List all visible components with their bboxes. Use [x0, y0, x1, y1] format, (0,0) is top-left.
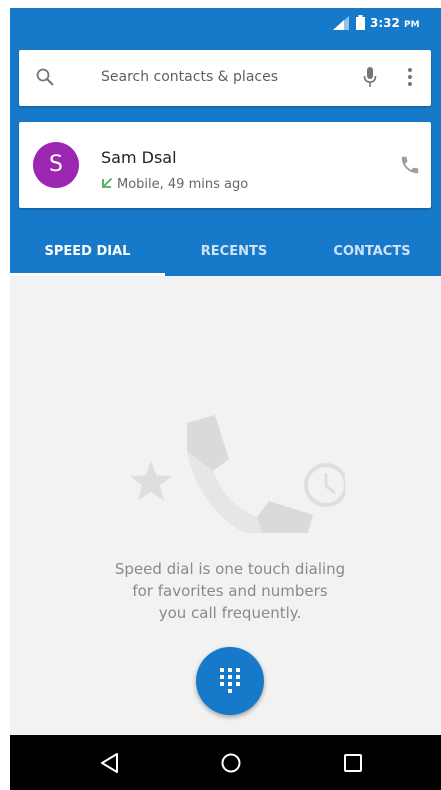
empty-line-3: you call frequently.: [158, 604, 302, 622]
tab-indicator: [10, 273, 165, 276]
mic-icon[interactable]: [363, 66, 377, 88]
phone-icon[interactable]: [399, 154, 421, 176]
search-input[interactable]: Search contacts & places: [101, 69, 278, 85]
search-icon: [36, 68, 54, 86]
back-icon[interactable]: [98, 751, 122, 775]
dialpad-icon: [220, 668, 240, 693]
home-icon[interactable]: [219, 751, 243, 775]
status-time: 3:32 PM: [370, 16, 420, 30]
check-icon: [102, 177, 113, 188]
tab-speed-dial[interactable]: SPEED DIAL: [10, 228, 165, 276]
phone-illustration-icon: [187, 415, 313, 533]
empty-state-message: Speed dial is one touch dialing for favo…: [70, 558, 390, 624]
contact-name: Sam Dsal: [101, 148, 177, 167]
tab-contacts[interactable]: CONTACTS: [303, 228, 441, 276]
battery-icon: [356, 15, 365, 30]
recent-apps-icon[interactable]: [341, 751, 365, 775]
speed-dial-illustration: [130, 415, 345, 533]
empty-line-2: for favorites and numbers: [132, 582, 328, 600]
dialpad-button[interactable]: [196, 647, 264, 715]
star-icon: [130, 461, 172, 501]
signal-icon: [333, 16, 349, 30]
recent-call-card[interactable]: S Sam Dsal Mobile, 49 mins ago: [19, 122, 431, 208]
search-bar[interactable]: Search contacts & places: [19, 50, 431, 106]
call-detail-text: Mobile, 49 mins ago: [117, 177, 249, 192]
tab-bar: SPEED DIAL RECENTS CONTACTS: [10, 228, 441, 276]
avatar: S: [33, 142, 79, 188]
clock-icon: [304, 463, 345, 507]
navigation-bar: [10, 735, 441, 790]
dialer-screen: 3:32 PM Search contacts & places S Sam D…: [10, 8, 441, 790]
more-vert-icon[interactable]: [407, 66, 413, 88]
empty-line-1: Speed dial is one touch dialing: [114, 560, 346, 578]
status-bar: 3:32 PM: [10, 8, 441, 38]
call-detail: Mobile, 49 mins ago: [101, 173, 249, 192]
tab-recents[interactable]: RECENTS: [165, 228, 303, 276]
